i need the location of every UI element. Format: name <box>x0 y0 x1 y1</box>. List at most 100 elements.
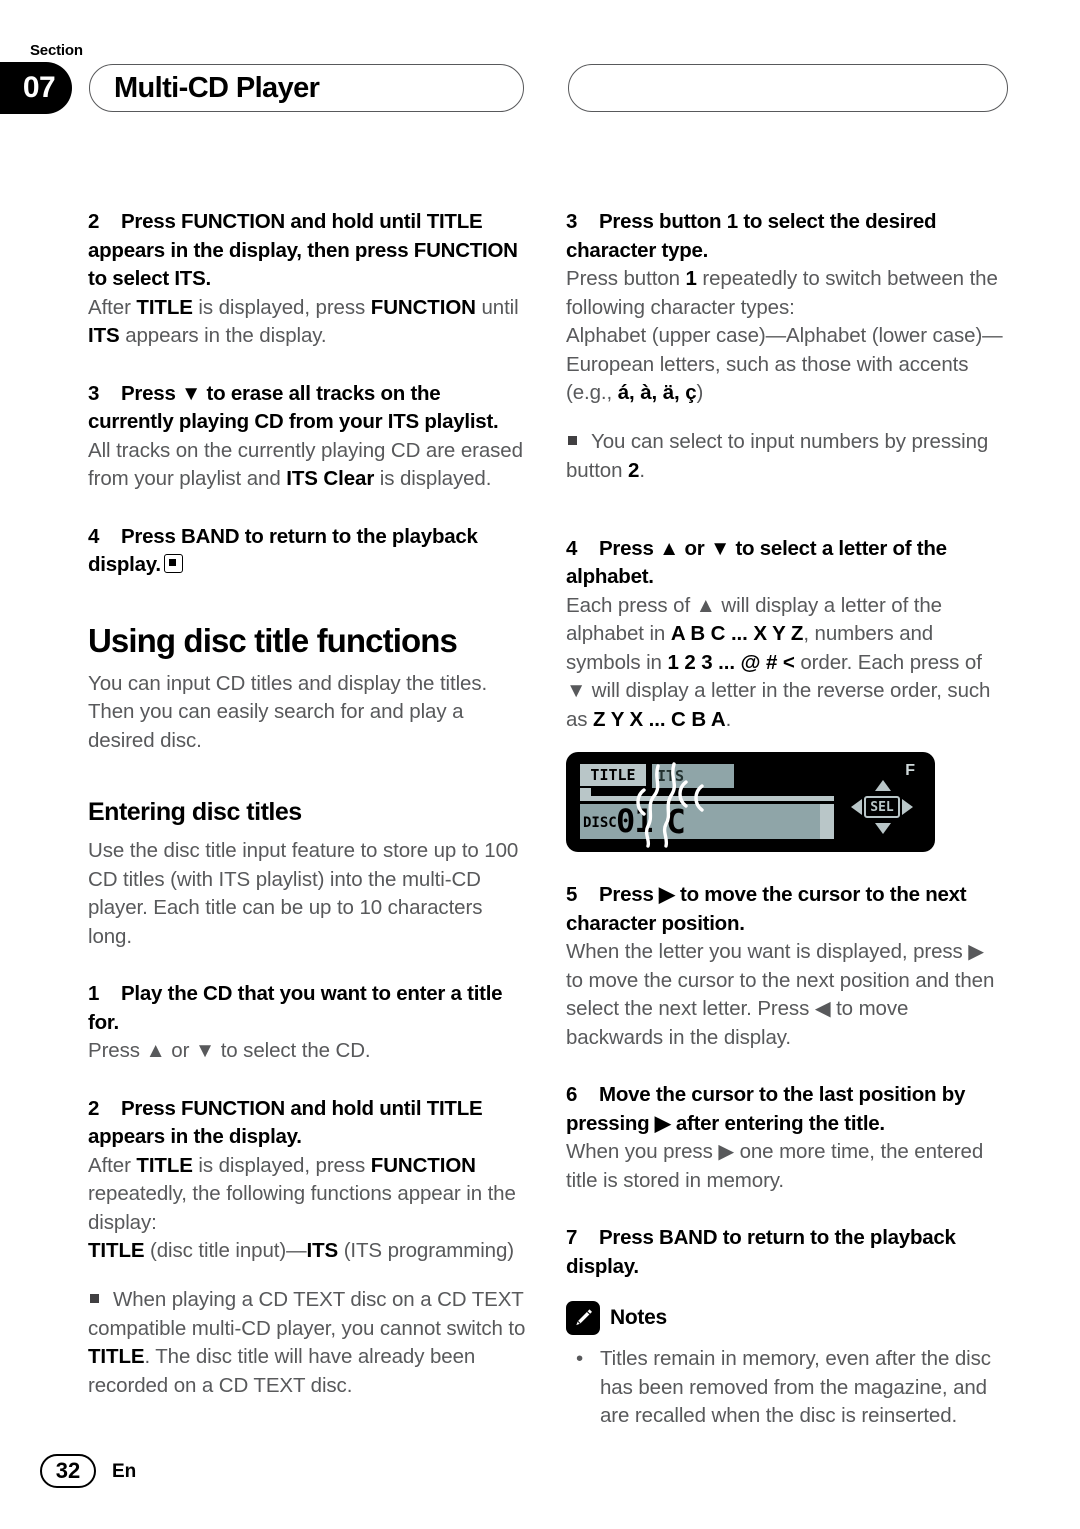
plain-text: until <box>475 295 519 319</box>
inline-note: When playing a CD TEXT disc on a CD TEXT… <box>88 1286 528 1400</box>
end-of-procedure-icon <box>163 554 183 573</box>
section-intro-text: You can input CD titles and display the … <box>88 671 488 752</box>
subsection-heading: Entering disc titles <box>88 798 302 826</box>
emphasis-text: FUNCTION <box>370 1153 476 1177</box>
section-number-badge: 07 <box>0 62 72 114</box>
plain-text: . <box>639 458 645 482</box>
step-heading-text: Move the cursor to the last position by … <box>566 1083 966 1135</box>
step-number: 5 <box>566 883 578 906</box>
plain-text: Press button <box>566 267 686 290</box>
plain-text: is displayed, press <box>192 1153 371 1177</box>
note-text: Titles remain in memory, even after the … <box>600 1347 991 1427</box>
left-column: 2 Press FUNCTION and hold until TITLE app… <box>88 208 528 1421</box>
step-body: Press button 1 repeatedly to switch betw… <box>566 265 1006 322</box>
lcd-top-bar <box>580 796 834 801</box>
square-bullet-icon <box>90 1294 99 1303</box>
pencil-glyph <box>576 1309 592 1326</box>
step-body-line2: TITLE (disc title input)—ITS (ITS progra… <box>88 1237 528 1266</box>
step-heading: 5 Press ▶ to move the cursor to the next … <box>566 881 1006 938</box>
emphasis-text: TITLE <box>88 1239 145 1262</box>
lcd-disc-label: DISC <box>583 815 617 831</box>
step-heading: 3 Press button 1 to select the desired ch… <box>566 208 1006 265</box>
step-number: 6 <box>566 1083 578 1106</box>
step-number: 2 <box>88 210 100 233</box>
subsection-intro-text: Use the disc title input feature to stor… <box>88 839 519 948</box>
page-header: Section 07 Multi-CD Player <box>0 0 1080 125</box>
step-heading-text: Press ▼ to erase all tracks on the curre… <box>88 381 499 434</box>
plain-text: . The disc title will have already been … <box>88 1345 476 1397</box>
step-body: When the letter you want is displayed, p… <box>566 940 995 1049</box>
note-list-item: • Titles remain in memory, even after th… <box>566 1345 1006 1431</box>
step-heading: 3 Press ▼ to erase all tracks on the curr… <box>88 380 528 437</box>
step-heading: 7 Press BAND to return to the playback di… <box>566 1224 1006 1281</box>
emphasis-text: ITS Clear <box>286 467 375 490</box>
page-number-badge: 32 <box>40 1454 96 1488</box>
step-heading-text: Press FUNCTION and hold until TITLE appe… <box>88 1096 483 1149</box>
step-heading-text: Press ▶ to move the cursor to the next c… <box>566 883 967 935</box>
notes-header: Notes <box>566 1301 1006 1335</box>
chapter-title-pill: Multi-CD Player <box>89 64 524 112</box>
lcd-its-text: ITS <box>657 767 685 785</box>
lcd-its-indicator: ITS <box>652 764 734 788</box>
plain-text: is displayed. <box>374 467 492 490</box>
step-body-line2: Alphabet (upper case)—Alphabet (lower ca… <box>566 322 1006 408</box>
lcd-field-cap <box>820 804 834 839</box>
lcd-sel-box: SEL <box>864 796 900 818</box>
step-heading-text: Press ▲ or ▼ to select a letter of the a… <box>566 536 947 589</box>
step-heading-text: Press FUNCTION and hold until TITLE appe… <box>88 210 518 290</box>
step-number: 4 <box>88 524 100 548</box>
inline-note: You can select to input numbers by press… <box>566 428 1006 485</box>
plain-text: appears in the display. <box>119 324 327 347</box>
lcd-display-figure: TITLE ITS DISC 01 C F SEL <box>566 752 935 852</box>
step-body: Press ▲ or ▼ to select the CD. <box>88 1039 371 1062</box>
bullet-dot-icon: • <box>576 1347 584 1370</box>
section-word-label: Section <box>30 42 83 59</box>
step-heading: 4 Press BAND to return to the playback di… <box>88 523 528 580</box>
right-column: 3 Press button 1 to select the desired ch… <box>566 208 1006 1431</box>
header-right-pill <box>568 64 1008 112</box>
step-body: After TITLE is displayed, press FUNCTION… <box>88 294 528 351</box>
lcd-left-arrow-icon <box>851 799 862 815</box>
emphasis-text: á, à, ä, ç <box>617 381 697 404</box>
step-heading: 2 Press FUNCTION and hold until TITLE app… <box>88 1095 528 1152</box>
plain-text: (ITS programming) <box>338 1239 514 1262</box>
lcd-title-indicator: TITLE <box>580 764 646 786</box>
step-number: 3 <box>566 210 578 233</box>
plain-text: After <box>88 295 137 319</box>
step-number: 3 <box>88 381 100 405</box>
lcd-up-arrow-icon <box>875 780 891 791</box>
lcd-right-arrow-icon <box>902 799 913 815</box>
step-heading: 6 Move the cursor to the last position by… <box>566 1081 1006 1138</box>
step-heading: 1 Play the CD that you want to enter a ti… <box>88 980 528 1037</box>
pencil-icon <box>566 1301 600 1335</box>
step-heading-text: Press BAND to return to the playback dis… <box>566 1226 956 1278</box>
emphasis-text: A B C ... X Y Z <box>670 622 804 645</box>
emphasis-text: TITLE <box>136 295 193 319</box>
lcd-entered-character: C <box>666 802 686 841</box>
plain-text: repeatedly, the following functions appe… <box>88 1182 516 1234</box>
step-number: 4 <box>566 536 578 560</box>
emphasis-text: Z Y X ... C B A <box>593 707 726 731</box>
step-body: When you press ▶ one more time, the ente… <box>566 1140 984 1192</box>
language-code: En <box>112 1461 137 1482</box>
emphasis-text: ITS <box>88 324 120 347</box>
step-heading: 2 Press FUNCTION and hold until TITLE app… <box>88 208 528 294</box>
section-heading: Using disc title functions <box>88 621 458 659</box>
step-heading-text: Press button 1 to select the desired cha… <box>566 210 937 262</box>
step-heading-text: Play the CD that you want to enter a tit… <box>88 982 503 1034</box>
step-body: All tracks on the currently playing CD a… <box>88 437 528 494</box>
plain-text: is displayed, press <box>192 295 371 319</box>
emphasis-text: TITLE <box>136 1153 193 1177</box>
lcd-down-arrow-icon <box>875 823 891 834</box>
page-footer: 32 En <box>0 1434 1080 1529</box>
plain-text: When playing a CD TEXT disc on a CD TEXT… <box>88 1288 526 1340</box>
step-number: 1 <box>88 982 100 1005</box>
step-number: 7 <box>566 1226 578 1249</box>
plain-text: ) <box>696 381 704 404</box>
step-body: After TITLE is displayed, press FUNCTION… <box>88 1152 528 1238</box>
page-title: Multi-CD Player <box>114 71 320 104</box>
plain-text: After <box>88 1153 137 1177</box>
lcd-disc-number: 01 <box>616 802 654 840</box>
emphasis-text: FUNCTION <box>370 295 476 319</box>
square-bullet-icon <box>568 436 577 445</box>
